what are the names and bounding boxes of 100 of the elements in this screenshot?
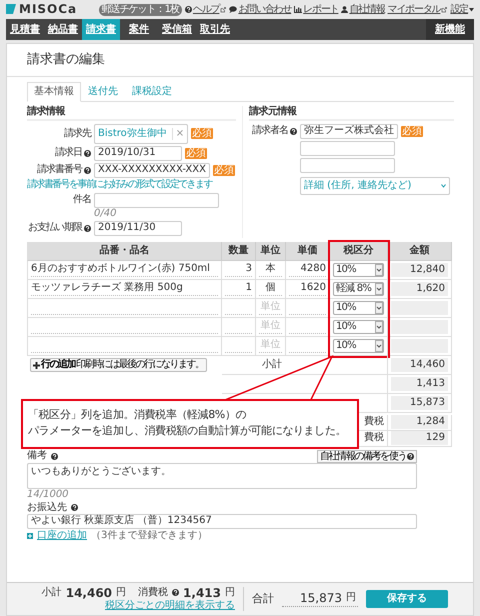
field-label: 備考 [27,450,47,462]
ticket-badge: 郵送チケット：1枚 [98,4,182,16]
caret-icon [375,282,383,295]
logo[interactable]: MISOCa [19,2,78,17]
section-heading: 請求元情報 [249,106,454,121]
caret-icon [375,340,383,352]
header-link[interactable]: レポート [294,4,338,16]
tax-category-select[interactable]: 軽減 8% [333,282,384,296]
amount-field: 129 [391,431,448,446]
add-row-button[interactable]: 行の追加印刷時には最後の行になります。 [30,358,206,372]
input-field[interactable]: 弥生フーズ株式会社 [300,124,398,139]
amount-field: 1,413 [391,376,448,391]
field-label: 請求先 [64,128,91,140]
header-link[interactable]: 自社情報 [341,4,385,16]
field-label: お支払い期限 [28,222,82,234]
summary-label: 小計 [262,358,282,371]
input-field[interactable] [94,192,219,208]
column-header: 金額 [388,242,452,261]
input-field[interactable] [300,140,395,156]
bank-field[interactable]: やよい銀行 秋葉原支店 （普）1234567 [27,514,417,529]
input-field[interactable]: XXX-XXXXXXXXX-XXX [94,162,210,178]
field-label: お振込先 [27,502,67,514]
amount-field: 15,873 [391,396,448,410]
remarks-field[interactable]: いつもありがとうございます。 [27,462,417,489]
amount-field: 1,620 [391,282,448,296]
user-icon [341,6,348,13]
tab[interactable]: 基本情報 [27,82,81,102]
nav-tab[interactable]: 案件 [120,19,158,40]
subtotal-label: 小計 [42,586,62,599]
header-link[interactable]: マイポータル [388,4,448,16]
tax-category-select[interactable]: 10% [333,300,384,315]
section-heading: 請求情報 [27,106,236,121]
nav-tab[interactable]: 納品書 [44,19,82,40]
nav-tab[interactable]: 受信箱 [158,19,196,40]
quantity-field[interactable]: 1 [225,282,252,296]
field-label: 件名 [73,194,91,206]
tax-category-select[interactable]: 10% [333,262,384,277]
chat-icon [229,6,238,13]
tax-label: 消費税 [138,586,168,599]
column-header: 税区分 [330,242,388,261]
currency-unit: 円 [225,586,235,599]
character-counter: 14/1000 [27,488,70,501]
field-label: 請求書番号 [37,164,82,176]
tax-category-select[interactable]: 10% [333,338,384,353]
note-text: （3件まで登録できます） [91,530,208,542]
column-header: 単位 [256,242,286,261]
amount-field [391,338,448,353]
use-company-remarks-button[interactable]: 自社情報の備考を使う [316,450,417,463]
field-label: 請求者名 [252,125,288,138]
amount-field: 14,460 [391,358,448,372]
required-badge: 必須 [212,164,235,176]
caret-icon [375,320,383,333]
field-label: 請求日 [55,147,82,160]
amount-field [391,320,448,334]
total-label: 合計 [252,592,274,606]
currency-unit: 円 [346,592,356,604]
input-field[interactable]: 2019/11/30 [94,220,182,236]
column-header: 数量 [222,242,256,261]
tax-label: 費税 [364,432,384,444]
tax-label: 費税 [364,416,384,428]
plus-square-icon [27,532,33,539]
unit-field[interactable]: 本 [259,262,282,277]
currency-unit: 円 [116,586,126,599]
page-title: 請求書の編集 [7,44,473,77]
bar-chart-icon [294,6,302,13]
nav-tab[interactable]: 見積書 [6,19,44,40]
required-badge: 必須 [401,126,423,137]
required-badge: 必須 [191,128,214,140]
tax-value: 1,413 [183,586,221,600]
column-header: 品番・品名 [27,242,222,261]
subtotal-value: 14,460 [66,586,112,600]
quantity-field[interactable]: 3 [225,262,252,277]
total-value: 15,873 [300,591,342,606]
caret-icon [469,8,474,12]
help-icon [407,452,414,460]
header-link[interactable]: 設定 [450,4,474,16]
unit-price-field[interactable]: 4280 [289,262,326,277]
amount-field: 1,284 [391,415,448,430]
tax-category-select[interactable]: 10% [333,320,384,334]
callout-text: 「税区分」列を追加。消費税率（軽減8%）の [28,406,248,423]
callout-text: パラメーターを追加し、消費税額の自動計算が可能になりました。 [28,423,348,440]
chevron-down-icon [441,184,446,188]
logo-mark-icon [6,4,16,14]
header-link[interactable]: お問い合わせ [229,4,292,16]
amount-field [391,300,448,315]
plus-icon [33,362,40,369]
unit-price-field[interactable]: 1620 [289,282,326,296]
required-badge: 必須 [185,148,207,159]
new-features-link[interactable]: 新機能 [426,19,474,40]
input-field[interactable] [300,158,395,173]
unit-field[interactable]: 個 [259,282,282,296]
header-link[interactable]: ヘルプ [184,4,226,16]
column-header: 単価 [286,242,330,261]
help-icon [184,6,192,13]
input-field[interactable]: 2019/10/31 [94,146,182,161]
amount-field: 12,840 [391,262,448,277]
character-counter: 0/40 [94,208,118,220]
caret-icon [375,302,383,314]
nav-tab[interactable]: 取引先 [196,19,234,40]
caret-icon [375,264,383,276]
